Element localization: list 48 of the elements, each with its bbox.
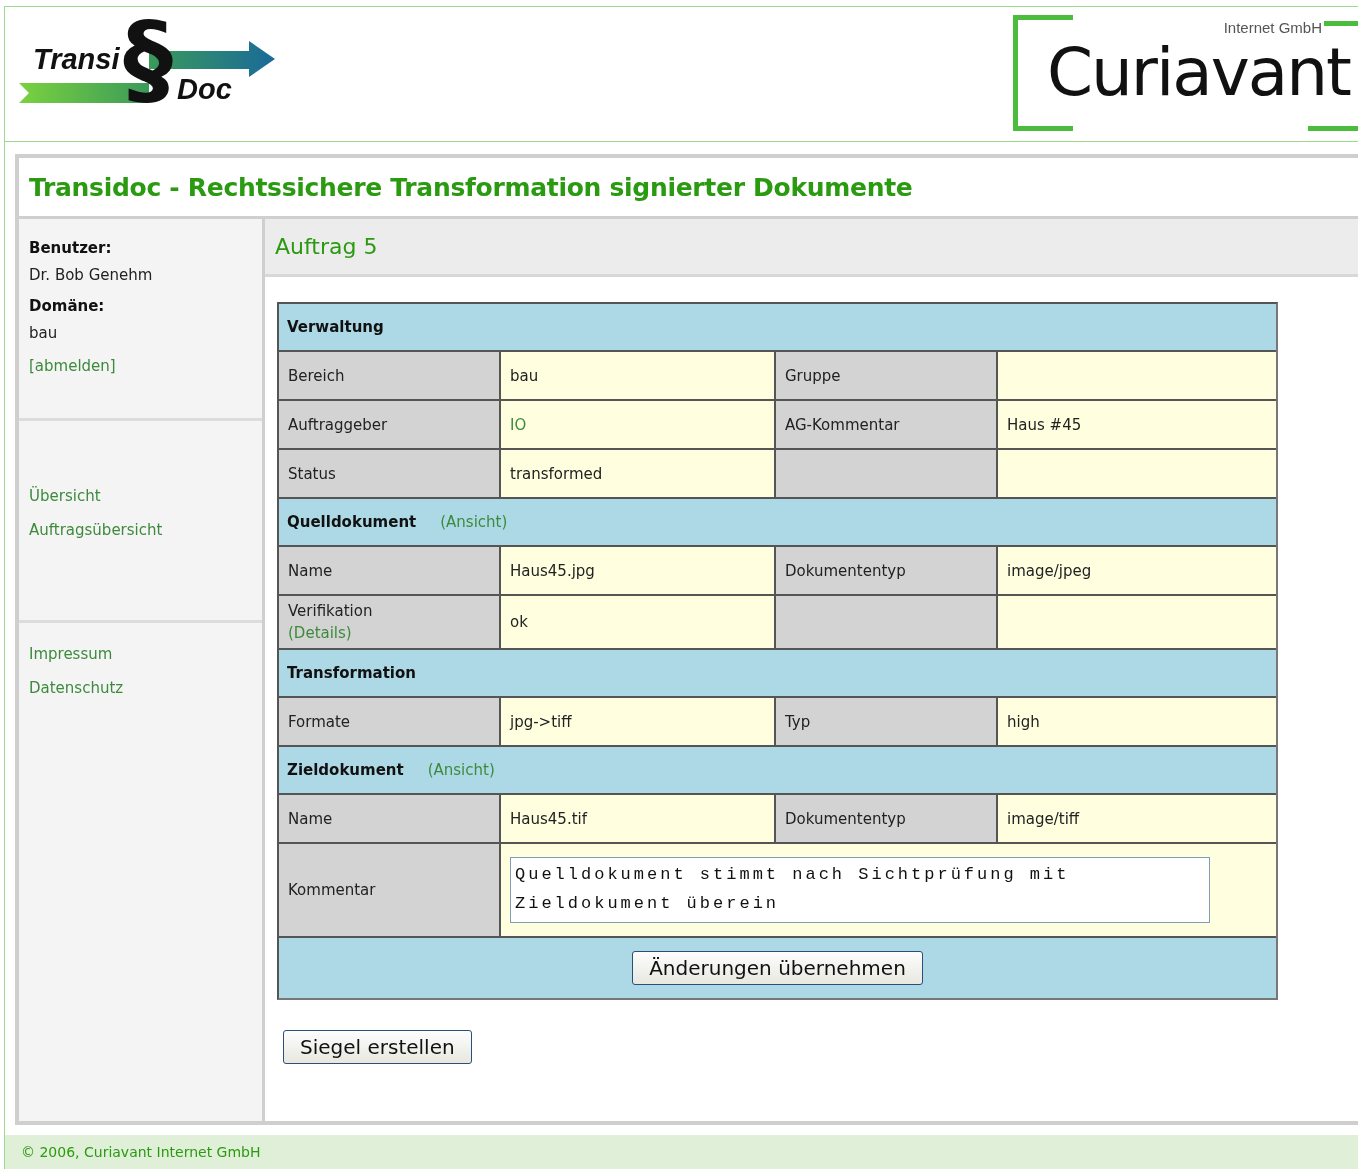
copyright-text: © 2006, Curiavant Internet GmbH xyxy=(21,1144,261,1160)
section-title: Zieldokument xyxy=(287,761,404,779)
field-value: Haus45.tif xyxy=(510,809,589,828)
field-value: transformed xyxy=(510,464,604,483)
logo-text: Transi xyxy=(33,43,120,76)
section-title: Transformation xyxy=(287,664,416,682)
field-label: Bereich xyxy=(288,366,346,385)
field-label: Gruppe xyxy=(785,366,842,385)
field-value: high xyxy=(1007,712,1041,731)
field-label: Formate xyxy=(288,712,352,731)
field-label: Name xyxy=(288,561,334,580)
view-link[interactable]: (Ansicht) xyxy=(427,761,495,779)
field-label: Status xyxy=(288,464,337,483)
logo-text: Doc xyxy=(177,73,232,106)
details-link[interactable]: (Details) xyxy=(288,624,499,642)
field-label: Typ xyxy=(785,712,812,731)
company-tagline: Internet GmbH xyxy=(1223,19,1322,36)
field-value: bau xyxy=(510,366,540,385)
nav-link[interactable]: Übersicht xyxy=(29,487,252,505)
field-label: Name xyxy=(288,809,334,828)
field-label: Dokumententyp xyxy=(785,561,907,580)
order-heading: Auftrag 5 xyxy=(265,219,1358,277)
apply-changes-button[interactable]: Änderungen übernehmen xyxy=(632,951,923,985)
view-link[interactable]: (Ansicht) xyxy=(440,513,508,531)
field-label: Auftraggeber xyxy=(288,415,389,434)
create-seal-button[interactable]: Siegel erstellen xyxy=(283,1030,472,1064)
domain-label: Domäne: xyxy=(29,297,106,315)
field-value: Haus45.jpg xyxy=(510,561,596,580)
nav-link[interactable]: Auftragsübersicht xyxy=(29,521,252,539)
domain-value: bau xyxy=(29,324,59,342)
user-label: Benutzer: xyxy=(29,239,113,257)
footer-nav-link[interactable]: Impressum xyxy=(29,645,252,663)
logout-link[interactable]: [abmelden] xyxy=(29,357,252,375)
field-label: Verifikation xyxy=(288,602,374,620)
field-value: image/jpeg xyxy=(1007,561,1093,580)
field-value: ok xyxy=(510,613,529,631)
field-label: Kommentar xyxy=(288,881,377,899)
section-title: Verwaltung xyxy=(287,318,384,336)
footer-nav-link[interactable]: Datenschutz xyxy=(29,679,252,697)
user-name: Dr. Bob Genehm xyxy=(29,266,154,284)
section-title: Quelldokument xyxy=(287,513,417,531)
field-label: Dokumententyp xyxy=(785,809,907,828)
field-label: AG-Kommentar xyxy=(785,415,901,434)
field-value: Haus #45 xyxy=(1007,415,1083,434)
company-logo: Curiavant xyxy=(1046,40,1350,106)
comment-field[interactable]: Quelldokument stimmt nach Sichtprüfung mit Zieldokument überein xyxy=(510,857,1210,923)
field-value: image/tiff xyxy=(1007,809,1081,828)
field-value: jpg->tiff xyxy=(510,712,573,731)
